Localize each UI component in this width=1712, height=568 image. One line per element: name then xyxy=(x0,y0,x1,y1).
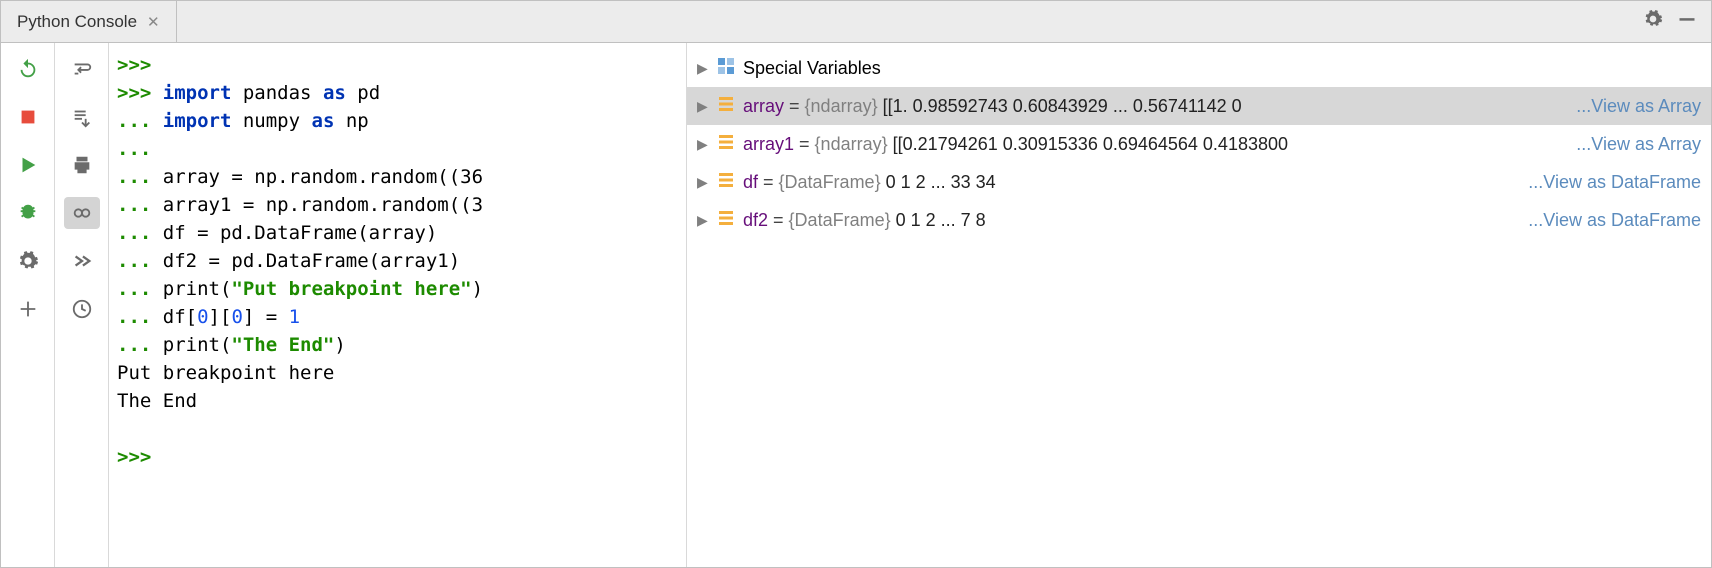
special-vars-icon xyxy=(717,57,735,80)
view-as-link[interactable]: ...View as Array xyxy=(1576,134,1711,155)
variable-icon xyxy=(717,209,735,232)
scroll-to-end-button[interactable] xyxy=(64,101,100,133)
minimize-icon[interactable] xyxy=(1677,9,1697,34)
console-history-button[interactable] xyxy=(64,245,100,277)
variables-panel: ▶ Special Variables ▶ array = {ndarray} [… xyxy=(687,43,1711,567)
chevron-right-icon: ▶ xyxy=(697,136,711,153)
special-variables-row[interactable]: ▶ Special Variables xyxy=(687,49,1711,87)
print-button[interactable] xyxy=(64,149,100,181)
variable-icon xyxy=(717,133,735,156)
debug-button[interactable] xyxy=(10,197,46,229)
rerun-button[interactable] xyxy=(10,53,46,85)
soft-wrap-button[interactable] xyxy=(64,53,100,85)
variable-row[interactable]: ▶ array = {ndarray} [[1. 0.98592743 0.608… xyxy=(687,87,1711,125)
add-button[interactable] xyxy=(10,293,46,325)
view-as-link[interactable]: ...View as DataFrame xyxy=(1528,210,1711,231)
chevron-right-icon: ▶ xyxy=(697,212,711,229)
variable-text: array1 = {ndarray} [[0.21794261 0.309153… xyxy=(743,134,1576,155)
variable-text: df = {DataFrame} 0 1 2 ... 33 34 xyxy=(743,172,1528,193)
show-variables-button[interactable] xyxy=(64,197,100,229)
stop-button[interactable] xyxy=(10,101,46,133)
tab-bar: Python Console ✕ xyxy=(1,1,1711,43)
chevron-right-icon: ▶ xyxy=(697,174,711,191)
tab-label: Python Console xyxy=(17,12,137,32)
chevron-right-icon: ▶ xyxy=(697,98,711,115)
close-icon[interactable]: ✕ xyxy=(147,13,160,31)
variable-icon xyxy=(717,171,735,194)
run-button[interactable] xyxy=(10,149,46,181)
special-variables-label: Special Variables xyxy=(743,58,881,79)
gear-icon[interactable] xyxy=(1643,9,1663,34)
settings-button[interactable] xyxy=(10,245,46,277)
variable-text: df2 = {DataFrame} 0 1 2 ... 7 8 xyxy=(743,210,1528,231)
tab-python-console[interactable]: Python Console ✕ xyxy=(1,1,177,42)
variable-row[interactable]: ▶ df2 = {DataFrame} 0 1 2 ... 7 8...View … xyxy=(687,201,1711,239)
variable-row[interactable]: ▶ array1 = {ndarray} [[0.21794261 0.30915… xyxy=(687,125,1711,163)
main: >>> >>> import pandas as pd ... import n… xyxy=(1,43,1711,567)
secondary-toolbar xyxy=(55,43,109,567)
left-toolbar xyxy=(1,43,55,567)
console-output[interactable]: >>> >>> import pandas as pd ... import n… xyxy=(109,43,687,567)
view-as-link[interactable]: ...View as Array xyxy=(1576,96,1711,117)
variable-icon xyxy=(717,95,735,118)
view-as-link[interactable]: ...View as DataFrame xyxy=(1528,172,1711,193)
chevron-right-icon: ▶ xyxy=(697,60,711,77)
browse-history-button[interactable] xyxy=(64,293,100,325)
variable-row[interactable]: ▶ df = {DataFrame} 0 1 2 ... 33 34...View… xyxy=(687,163,1711,201)
variable-text: array = {ndarray} [[1. 0.98592743 0.6084… xyxy=(743,96,1576,117)
